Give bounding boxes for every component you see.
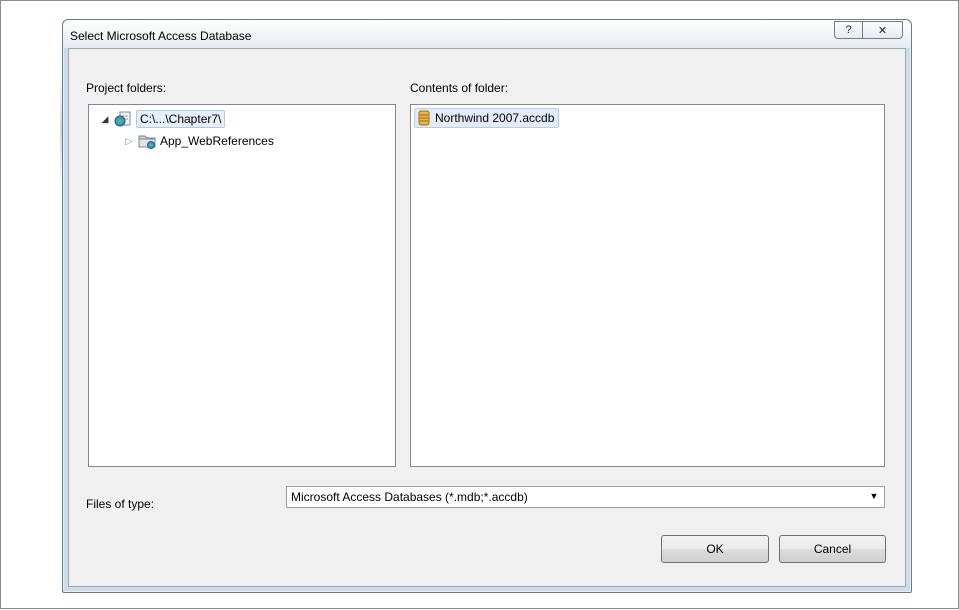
caption-buttons: ? ✕ — [834, 21, 903, 40]
web-project-icon — [114, 111, 132, 127]
close-button[interactable]: ✕ — [862, 21, 903, 39]
project-folders-label: Project folders: — [86, 81, 167, 95]
tree-node-label: C:\...\Chapter7\ — [136, 110, 226, 128]
access-database-icon — [417, 110, 431, 126]
help-button[interactable]: ? — [834, 21, 862, 39]
expanded-triangle-icon[interactable]: ◢ — [100, 114, 110, 125]
ok-button[interactable]: OK — [661, 535, 769, 563]
help-icon: ? — [845, 24, 852, 36]
folder-contents-list[interactable]: Northwind 2007.accdb — [410, 104, 885, 467]
file-name: Northwind 2007.accdb — [435, 111, 555, 125]
title-bar: Select Microsoft Access Database ? ✕ — [63, 20, 911, 48]
contents-of-folder-label: Contents of folder: — [410, 81, 509, 95]
dropdown-arrow-icon[interactable]: ▼ — [866, 489, 882, 503]
files-of-type-label: Files of type: — [86, 497, 155, 511]
dialog-client-area: Project folders: ◢ C:\...\Chapter7\ ▷ Ap… — [68, 48, 906, 587]
tree-node-label: App_WebReferences — [160, 134, 274, 148]
file-type-value: Microsoft Access Databases (*.mdb;*.accd… — [291, 490, 528, 504]
select-access-database-dialog: Select Microsoft Access Database ? ✕ Pro… — [62, 19, 912, 593]
file-type-select[interactable]: Microsoft Access Databases (*.mdb;*.accd… — [286, 486, 885, 508]
web-references-folder-icon — [138, 133, 156, 149]
cancel-button[interactable]: Cancel — [779, 535, 886, 563]
tree-node-app-webreferences[interactable]: ▷ App_WebReferences — [124, 132, 274, 150]
project-folders-tree[interactable]: ◢ C:\...\Chapter7\ ▷ App_WebReferences — [88, 104, 396, 467]
list-item[interactable]: Northwind 2007.accdb — [414, 108, 560, 128]
collapsed-triangle-icon[interactable]: ▷ — [124, 136, 134, 147]
close-icon: ✕ — [877, 24, 888, 37]
dialog-title: Select Microsoft Access Database — [70, 29, 252, 43]
tree-node-project[interactable]: ◢ C:\...\Chapter7\ — [100, 110, 226, 128]
